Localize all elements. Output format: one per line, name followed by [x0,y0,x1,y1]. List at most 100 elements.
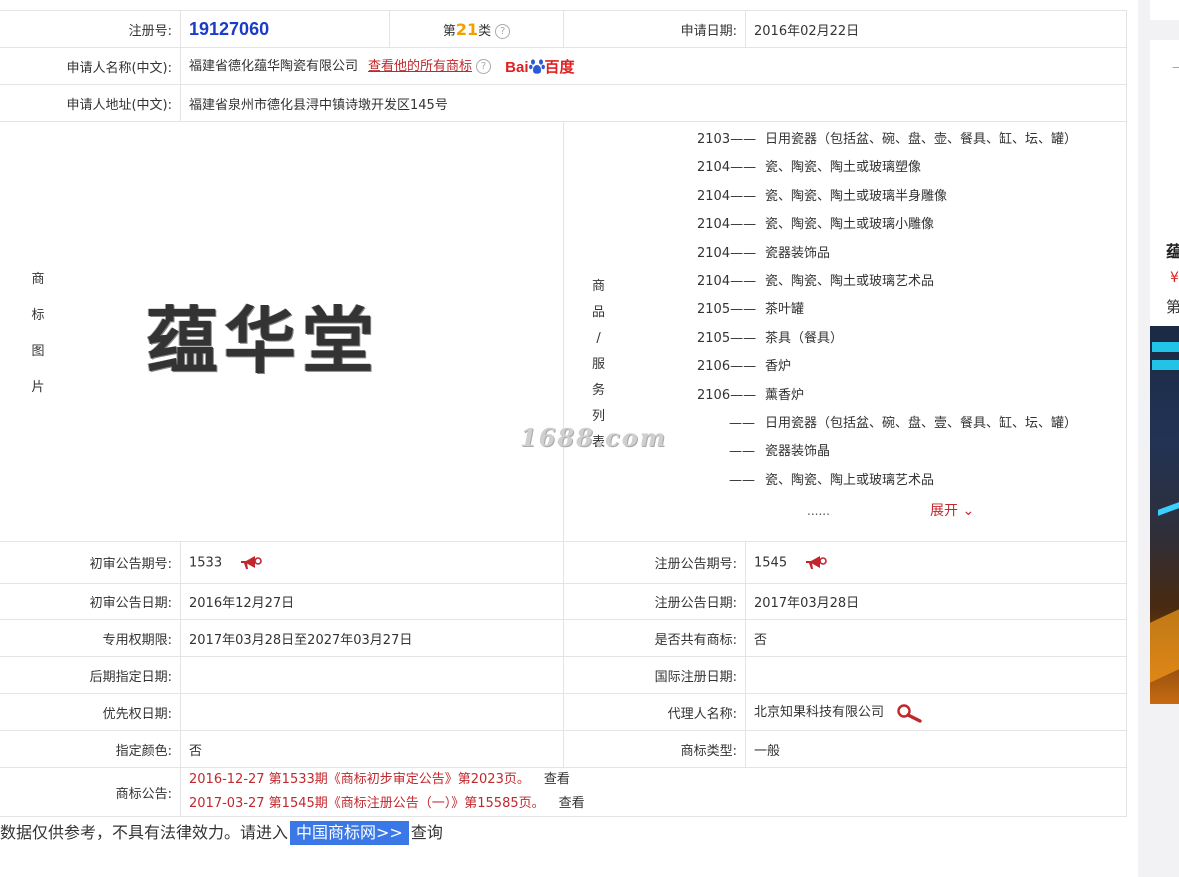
class-prefix: 第 [442,23,456,39]
prelim-date-label: 初审公告日期: [0,583,181,620]
goods-sub-item: —— 瓷、陶瓷、陶上或玻璃艺术品 [697,467,1126,495]
help-icon[interactable]: ? [476,59,492,74]
goods-sub-item: —— 瓷器装饰晶 [697,438,1126,466]
sidebar-card [1150,0,1179,20]
prelim-no-cell: 1533 [180,541,564,584]
goods-code: 2104—— [697,273,757,289]
goods-text: 茶具（餐具） [765,330,844,346]
goods-sub-item: —— 日用瓷器（包括盆、碗、盘、壹、餐具、缸、坛、罐） [697,410,1126,438]
shared-value: 否 [745,619,1127,657]
goods-list[interactable]: 2103—— 日用瓷器（包括盆、碗、盘、壶、餐具、缸、坛、罐） 2104—— 瓷、陶瓷… [697,122,1126,496]
goods-item: 2104—— 瓷、陶瓷、陶土或玻璃小雕像 [697,211,1126,239]
goods-item: 2106—— 薰香炉 [697,382,1126,410]
later-date-value [180,656,564,694]
later-date-label: 后期指定日期: [0,656,181,694]
notice-view-link[interactable]: 查看 [559,796,585,811]
goods-code: 2104—— [697,160,757,176]
type-label: 商标类型: [563,730,746,768]
goods-label-char: 服 [592,357,606,372]
sidebar-product-title[interactable]: 蕴 [1166,238,1179,262]
notice-item: 2016-12-27 第1533期《商标初步审定公告》第2023页。 查看 [189,768,1118,792]
trademark-site-link[interactable]: 中国商标网>> [290,821,409,845]
mark-label-char: 图 [31,344,45,359]
all-marks-link[interactable]: 查看他的所有商标 [368,59,472,74]
goods-text: 香炉 [765,359,792,375]
search-icon[interactable] [896,703,924,723]
validity-value: 2017年03月28日至2027年03月27日 [180,619,564,657]
trademark-detail-table: 注册号: 19127060 第21类? 申请日期: 2016年02月22日 申请… [0,10,1127,817]
goods-label-char: 务 [592,383,606,398]
megaphone-icon[interactable] [240,555,263,571]
sidebar-dash: — [1172,60,1179,74]
sidebar-product-price: ¥ [1170,270,1179,286]
sidebar-product-sub: 第 [1166,298,1179,316]
applicant-address: 福建省泉州市德化县浔中镇诗墩开发区145号 [180,84,1127,122]
goods-text: 茶叶罐 [765,302,805,318]
reg-notice-date-label: 注册公告日期: [563,583,746,620]
goods-code: 2104—— [697,188,757,204]
help-icon[interactable]: ? [495,23,511,39]
goods-code: —— [729,472,755,488]
goods-text: 瓷、陶瓷、陶上或玻璃艺术品 [765,472,935,488]
goods-cell: 商 品 / 服 务 列 表 2103—— 日用瓷器（包括盆、碗、盘、壶、餐具、缸、… [563,121,1127,542]
class-suffix: 类 [478,23,492,39]
validity-label: 专用权期限: [0,619,181,657]
goods-sub-item: 日用瓷器（包括盆、碗、盘、壹、餐具、缸、坛、罐） [697,495,1126,496]
apply-date-value: 2016年02月22日 [745,10,1127,48]
type-value: 一般 [745,730,1127,768]
baidu-logo-icon[interactable]: Bai 百度 [505,56,574,77]
shared-label: 是否共有商标: [563,619,746,657]
priority-value [180,693,564,731]
goods-item: 2105—— 茶叶罐 [697,296,1126,324]
footer-suffix: 查询 [410,823,443,842]
reg-no-value: 19127060 [189,18,270,39]
goods-text: 日用瓷器（包括盆、碗、盘、壶、餐具、缸、坛、罐） [765,132,1078,147]
goods-code: 2106—— [697,359,757,375]
applicant-name-label: 申请人名称(中文): [0,47,181,85]
goods-code: —— [729,415,755,431]
goods-code: 2103—— [697,132,757,147]
goods-item: 2104—— 瓷、陶瓷、陶土或玻璃塑像 [697,154,1126,182]
intl-date-value [745,656,1127,694]
notices-cell: 2016-12-27 第1533期《商标初步审定公告》第2023页。 查看 201… [180,767,1127,817]
reg-notice-no-value: 1545 [754,555,788,570]
trademark-image: 蕴华堂 [146,298,381,383]
goods-label-char: 品 [592,305,606,320]
notice-view-link[interactable]: 查看 [544,772,570,787]
megaphone-icon[interactable] [805,555,828,571]
notices-label: 商标公告: [0,767,181,817]
goods-item: 2104—— 瓷、陶瓷、陶土或玻璃艺术品 [697,268,1126,296]
goods-item: 2106—— 香炉 [697,353,1126,381]
goods-text: 日用瓷器（包括盆、碗、盘、壹、餐具、缸、坛、罐） [765,415,1078,431]
mark-label-char: 片 [31,380,45,395]
intl-date-label: 国际注册日期: [563,656,746,694]
applicant-name: 福建省德化蕴华陶瓷有限公司 [189,59,359,74]
baidu-paw-icon [528,59,545,74]
goods-code: 2106—— [697,387,757,403]
prelim-no-label: 初审公告期号: [0,541,181,584]
goods-label-char: / [596,331,601,346]
goods-text: 薰香炉 [765,387,805,403]
goods-code: —— [729,444,755,460]
reg-notice-no-label: 注册公告期号: [563,541,746,584]
color-label: 指定颜色: [0,730,181,768]
applicant-address-label: 申请人地址(中文): [0,84,181,122]
footer-note: 数据仅供参考，不具有法律效力。请进入 中国商标网>> 查询 [0,821,443,845]
agent-value: 北京知果科技有限公司 [754,705,885,721]
sidebar-ad-banner[interactable] [1150,326,1179,704]
prelim-date-value: 2016年12月27日 [180,583,564,620]
mark-label-char: 标 [31,308,45,323]
notice-item: 2017-03-27 第1545期《商标注册公告（一）》第15585页。 查看 [189,792,1118,816]
goods-text: 瓷器装饰晶 [765,444,831,460]
reg-notice-date-value: 2017年03月28日 [745,583,1127,620]
goods-text: 瓷、陶瓷、陶土或玻璃塑像 [765,160,922,176]
goods-item: 2104—— 瓷、陶瓷、陶土或玻璃半身雕像 [697,183,1126,211]
agent-label: 代理人名称: [563,693,746,731]
reg-no-cell: 19127060 [180,10,390,48]
chevron-down-icon: ⌄ [962,503,975,519]
goods-text: 瓷、陶瓷、陶土或玻璃半身雕像 [765,188,948,204]
footer-text: 数据仅供参考，不具有法律效力。请进入 [0,823,289,842]
notice-text: 2017-03-27 第1545期《商标注册公告（一）》第15585页。 [189,796,545,811]
goods-expand-button[interactable]: 展开 ⌄ [930,496,974,526]
goods-ellipsis: ...... [807,504,830,518]
